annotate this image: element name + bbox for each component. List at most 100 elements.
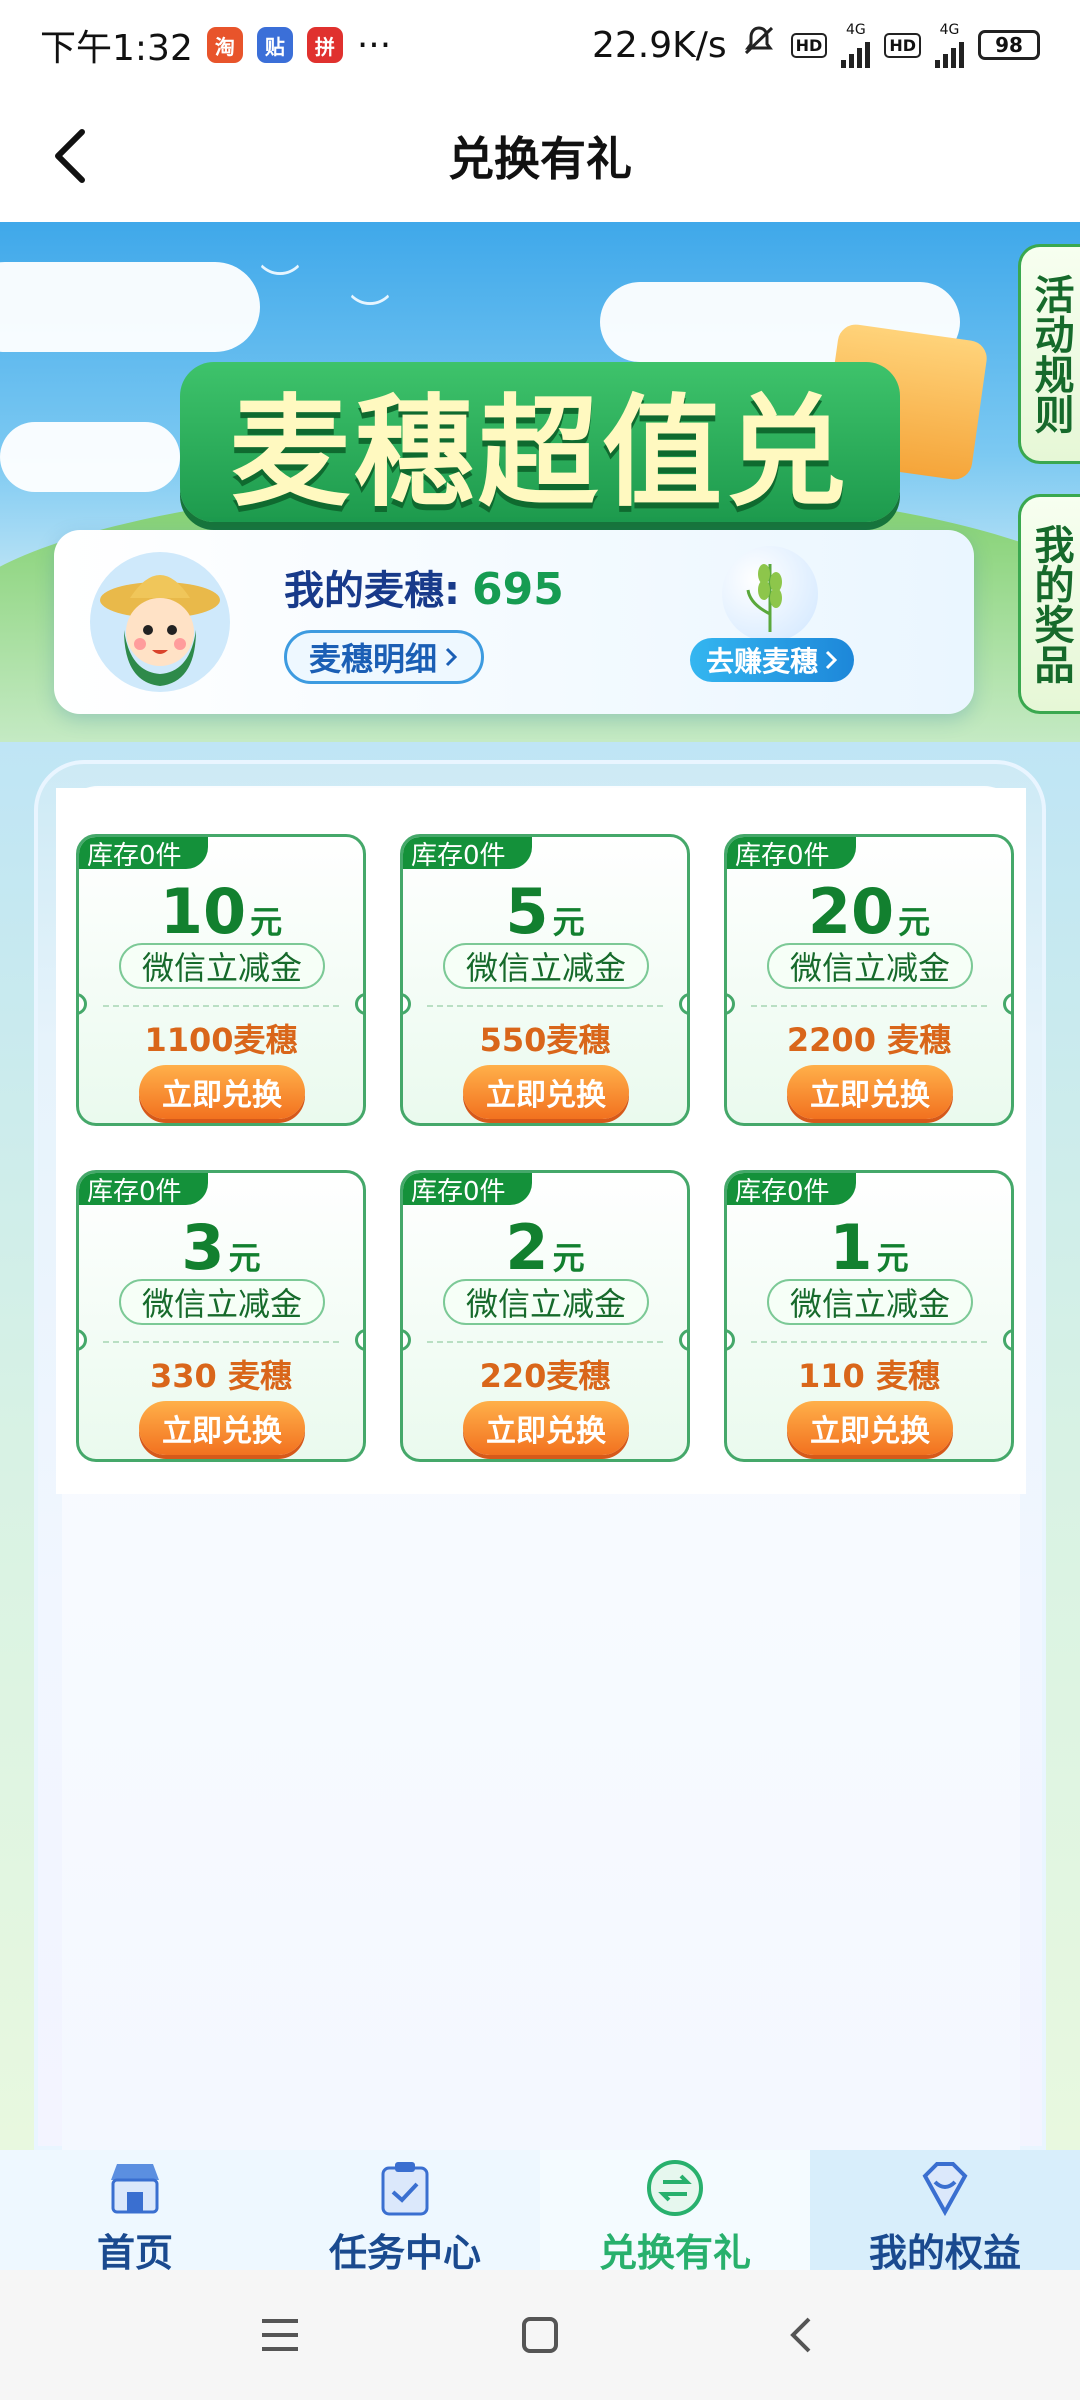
redeem-button[interactable]: 立即兑换 [463, 1065, 629, 1119]
coupon-amount-value: 5 [505, 875, 549, 948]
avatar [90, 552, 230, 692]
coupon-amount-value: 20 [807, 875, 895, 948]
coupon-amount-value: 2 [505, 1211, 549, 1284]
hero-title-box: 麦穗超值兑 [180, 362, 900, 523]
system-nav-bar [0, 2270, 1080, 2400]
page-header: 兑换有礼 [0, 90, 1080, 222]
activity-rules-label: 活动规则 [1027, 274, 1074, 434]
notch-decoration [679, 993, 687, 1015]
bottom-nav: 首页 任务中心 兑换有礼 我的权益 [0, 2150, 1080, 2275]
notch-decoration [79, 993, 87, 1015]
stock-badge: 库存0件 [79, 1173, 208, 1207]
nav-my-benefits-label: 我的权益 [868, 2231, 1021, 2275]
coupon-card: 库存0件 1 元微信立减金 110 麦穗立即兑换 [724, 1170, 1014, 1462]
wheat-detail-button[interactable]: 麦穗明细 [284, 630, 485, 684]
menu-button[interactable] [250, 2305, 310, 2365]
nav-my-benefits[interactable]: 我的权益 [810, 2150, 1080, 2275]
notch-decoration [403, 1329, 411, 1351]
coupon-amount-unit: 元 [250, 903, 283, 941]
activity-rules-tab[interactable]: 活动规则 [1018, 244, 1080, 464]
stock-badge: 库存0件 [403, 837, 532, 871]
notch-decoration [403, 993, 411, 1015]
coupon-amount-unit: 元 [228, 1239, 261, 1277]
hd-badge: HD [790, 32, 828, 58]
coupon-cost: 110 麦穗 [798, 1357, 940, 1395]
coupon-type: 微信立减金 [767, 943, 973, 989]
coupon-cost: 2200 麦穗 [786, 1021, 952, 1059]
redeem-button[interactable]: 立即兑换 [139, 1065, 305, 1119]
notch-decoration [355, 1329, 363, 1351]
system-back-button[interactable] [770, 2305, 830, 2365]
earn-wheat-button[interactable]: 去赚麦穗 [690, 638, 855, 682]
notch-decoration [79, 1329, 87, 1351]
cloud-decoration [0, 262, 260, 352]
stock-badge: 库存0件 [79, 837, 208, 871]
benefits-icon [913, 2158, 977, 2218]
task-icon [373, 2158, 437, 2218]
coupon-type: 微信立减金 [767, 1279, 973, 1325]
redeem-button[interactable]: 立即兑换 [787, 1065, 953, 1119]
coupon-card: 库存0件 10 元微信立减金 1100麦穗立即兑换 [76, 834, 366, 1126]
nav-home-label: 首页 [96, 2231, 173, 2275]
dashed-divider [103, 1005, 339, 1007]
redeem-button[interactable]: 立即兑换 [463, 1401, 629, 1455]
nav-exchange[interactable]: 兑换有礼 [540, 2150, 810, 2275]
cloud-decoration [0, 422, 180, 492]
my-wheat-balance: 我的麦穗: 695 [284, 558, 564, 616]
back-button[interactable] [40, 126, 100, 186]
battery-icon: 98 [978, 30, 1040, 60]
coupon-amount-value: 1 [829, 1211, 873, 1284]
coupon-amount-unit: 元 [552, 1239, 585, 1277]
taobao-icon: 淘 [206, 27, 243, 63]
mute-icon [741, 23, 777, 68]
wheat-detail-label: 麦穗明细 [309, 640, 438, 678]
menu-icon [262, 2319, 298, 2351]
exchange-icon [643, 2158, 707, 2218]
coupon-amount-unit: 元 [552, 903, 585, 941]
bird-icon: ︶ [350, 292, 390, 338]
notch-decoration [727, 993, 735, 1015]
net-type-label: 4G [845, 22, 866, 38]
nav-task-center-label: 任务中心 [328, 2231, 481, 2275]
coupon-amount: 5元 [403, 875, 687, 948]
wheat-ear-icon [722, 546, 818, 642]
coupon-amount: 1元 [727, 1211, 1011, 1284]
my-wheat-value: 695 [472, 564, 564, 615]
notch-decoration [355, 993, 363, 1015]
redeem-button[interactable]: 立即兑换 [139, 1401, 305, 1455]
coupon-type: 微信立减金 [443, 943, 649, 989]
nav-task-center[interactable]: 任务中心 [270, 2150, 540, 2275]
notch-decoration [1003, 1329, 1011, 1351]
coupon-card: 库存0件 20 元微信立减金 2200 麦穗 立即兑换 [724, 834, 1014, 1126]
coupon-cost: 550麦穗 [479, 1021, 611, 1059]
notch-decoration [679, 1329, 687, 1351]
coupon-card: 库存0件 2 元微信立减金 220麦穗 立即兑换 [400, 1170, 690, 1462]
dashed-divider [751, 1341, 987, 1343]
net-type-label-2: 4G [939, 22, 960, 38]
signal-2-icon: 4G [935, 22, 964, 68]
chevron-left-icon [55, 129, 85, 183]
nav-home[interactable]: 首页 [0, 2150, 270, 2275]
coupon-cost: 1100麦穗 [144, 1021, 298, 1059]
status-bar: 下午1:32 淘 贴 拼 ··· 22.9K/s HD 4G HD 4G 98 [0, 0, 1080, 90]
my-wheat-label: 我的麦穗: [284, 568, 460, 614]
stock-badge: 库存0件 [403, 1173, 532, 1207]
store-icon [103, 2158, 167, 2218]
coupon-type: 微信立减金 [119, 943, 325, 989]
my-prizes-tab[interactable]: 我的奖品 [1018, 494, 1080, 714]
coupon-amount: 10 元 [79, 875, 363, 948]
stock-badge: 库存0件 [727, 1173, 856, 1207]
chevron-right-icon [825, 650, 838, 670]
coupon-amount-unit: 元 [876, 1239, 909, 1277]
hero-title: 麦穗超值兑 [230, 384, 850, 523]
coupon-type: 微信立减金 [443, 1279, 649, 1325]
coupon-amount-unit: 元 [898, 903, 931, 941]
redeem-button[interactable]: 立即兑换 [787, 1401, 953, 1455]
chevron-right-icon [445, 647, 458, 667]
net-speed: 22.9K/s [592, 24, 727, 66]
notch-decoration [1003, 993, 1011, 1015]
coupon-amount: 2元 [403, 1211, 687, 1284]
home-button[interactable] [510, 2305, 570, 2365]
my-wheat-card: 我的麦穗: 695 麦穗明细 去赚麦穗 [54, 530, 974, 714]
pinduoduo-icon: 拼 [306, 27, 343, 63]
